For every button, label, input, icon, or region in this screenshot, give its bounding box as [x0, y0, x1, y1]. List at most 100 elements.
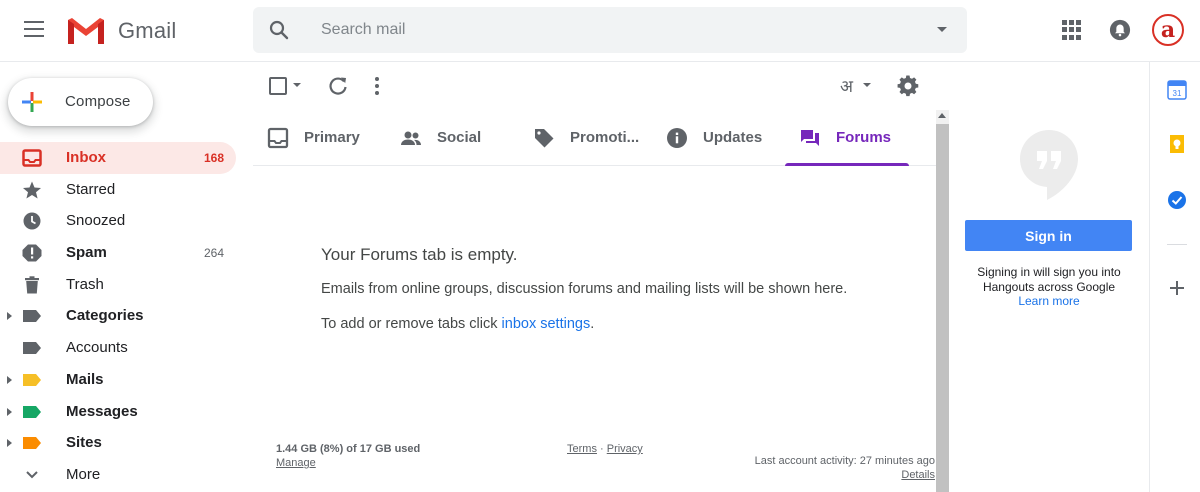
hangouts-sign-in-button[interactable]: Sign in	[965, 220, 1132, 251]
sidebar-item-more[interactable]: More	[0, 459, 236, 491]
keep-icon[interactable]	[1167, 134, 1187, 154]
tab-social[interactable]: Social	[386, 110, 516, 166]
sidebar-item-label: Snoozed	[66, 212, 126, 230]
sidebar-item-mails[interactable]: Mails	[0, 364, 236, 396]
label-icon	[23, 405, 41, 418]
search-options-icon[interactable]	[937, 27, 947, 32]
hint-suffix: .	[590, 316, 595, 332]
tab-label: Updates	[703, 129, 763, 146]
expand-arrow-icon[interactable]	[7, 312, 12, 321]
manage-storage-link[interactable]: Manage	[276, 457, 316, 469]
tab-label: Promoti...	[570, 129, 640, 146]
sidebar-item-label: Trash	[66, 275, 104, 293]
search-input[interactable]	[321, 15, 881, 45]
sidebar-item-label: Mails	[66, 370, 104, 388]
hint-prefix: To add or remove tabs click	[321, 316, 502, 332]
label-icon	[23, 342, 41, 355]
details-link[interactable]: Details	[901, 469, 935, 481]
menu-icon[interactable]	[18, 16, 50, 46]
expand-arrow-icon[interactable]	[7, 439, 12, 448]
settings-icon[interactable]	[897, 75, 919, 97]
main-content: Your Forums tab is empty. Emails from on…	[253, 166, 936, 492]
unread-count: 168	[203, 151, 224, 165]
avatar[interactable]: a	[1152, 14, 1184, 46]
side-panel-divider	[1167, 244, 1187, 245]
refresh-icon[interactable]	[327, 75, 349, 97]
select-options-icon[interactable]	[293, 83, 301, 87]
sidebar-item-trash[interactable]: Trash	[0, 269, 236, 301]
tab-label: Social	[437, 129, 482, 146]
tag-icon	[535, 129, 554, 148]
forum-icon	[801, 130, 819, 146]
compose-label: Compose	[65, 93, 131, 110]
gmail-logo[interactable]: Gmail	[66, 15, 176, 47]
star-icon	[23, 181, 41, 199]
hangouts-signin-text: Signing in will sign you into Hangouts ac…	[950, 265, 1148, 294]
scrollbar[interactable]	[936, 110, 949, 492]
empty-state-hint: To add or remove tabs click inbox settin…	[321, 316, 594, 332]
footer-links: Terms · Privacy	[567, 443, 643, 455]
expand-arrow-icon[interactable]	[7, 407, 12, 416]
scroll-up-arrow-icon	[938, 113, 946, 118]
storage-usage: 1.44 GB (8%) of 17 GB used	[276, 443, 421, 455]
terms-link[interactable]: Terms	[567, 443, 597, 455]
sidebar-nav: Inbox 168 Starred Snoozed Spam 264 Trash	[0, 142, 240, 491]
hangouts-panel: Sign in Signing in will sign you into Han…	[950, 62, 1148, 492]
notifications-icon[interactable]	[1109, 19, 1131, 41]
gmail-logo-icon	[68, 18, 104, 44]
add-addon-icon[interactable]	[1167, 278, 1187, 298]
compose-button[interactable]: Compose	[8, 78, 153, 126]
apps-icon[interactable]	[1062, 20, 1082, 40]
sidebar-item-label: Starred	[66, 180, 116, 198]
search-icon[interactable]	[267, 18, 291, 42]
sidebar-item-categories[interactable]: Categories	[0, 300, 236, 332]
sidebar-item-label: Inbox	[66, 149, 106, 166]
inbox-tab-icon	[267, 127, 289, 149]
tab-forums[interactable]: Forums	[785, 110, 909, 166]
sidebar-item-spam[interactable]: Spam 264	[0, 237, 236, 269]
toolbar: अ	[253, 70, 933, 102]
label-icon	[23, 310, 41, 323]
empty-state-description: Emails from online groups, discussion fo…	[321, 281, 848, 297]
sidebar-item-starred[interactable]: Starred	[0, 174, 236, 206]
calendar-icon[interactable]: 31	[1167, 80, 1187, 100]
plus-icon	[22, 92, 42, 112]
select-checkbox-icon[interactable]	[269, 77, 287, 95]
sidebar-item-messages[interactable]: Messages	[0, 396, 236, 428]
expand-arrow-icon[interactable]	[7, 375, 12, 384]
sidebar-item-label: Accounts	[66, 339, 128, 357]
learn-more-link[interactable]: Learn more	[950, 294, 1148, 308]
input-tools-caret-icon[interactable]	[863, 83, 871, 87]
search-bar[interactable]	[253, 7, 967, 53]
chevron-down-icon	[26, 471, 38, 479]
sidebar-item-label: Spam	[66, 244, 107, 262]
privacy-link[interactable]: Privacy	[607, 443, 643, 455]
tab-primary[interactable]: Primary	[253, 110, 383, 166]
sidebar-item-inbox[interactable]: Inbox 168	[0, 142, 236, 174]
input-tools-icon[interactable]: अ	[840, 74, 853, 97]
clock-icon	[23, 212, 41, 230]
inbox-icon	[22, 149, 42, 167]
sidebar-item-accounts[interactable]: Accounts	[0, 332, 236, 364]
sidebar-item-label: Messages	[66, 402, 138, 420]
header: Gmail a	[0, 0, 1200, 62]
info-icon	[667, 128, 687, 148]
tasks-icon[interactable]	[1167, 190, 1187, 210]
hangouts-text-line1: Signing in will sign you into	[977, 265, 1121, 279]
people-icon	[401, 131, 421, 145]
last-activity: Last account activity: 27 minutes ago	[754, 455, 935, 467]
scrollbar-up-button[interactable]	[936, 110, 949, 124]
tab-label: Primary	[304, 129, 360, 146]
tab-promotions[interactable]: Promoti...	[519, 110, 649, 166]
tab-updates[interactable]: Updates	[652, 110, 782, 166]
sidebar-item-snoozed[interactable]: Snoozed	[0, 205, 236, 237]
more-vert-icon[interactable]	[371, 75, 383, 97]
hangouts-logo-icon	[1020, 130, 1078, 200]
sidebar-item-label: More	[66, 465, 101, 483]
sidebar-item-sites[interactable]: Sites	[0, 427, 236, 459]
spam-icon	[22, 244, 42, 262]
sidebar-item-label: Categories	[66, 307, 144, 325]
spam-count: 264	[203, 246, 224, 261]
calendar-day: 31	[1173, 89, 1182, 98]
inbox-settings-link[interactable]: inbox settings	[502, 316, 591, 332]
